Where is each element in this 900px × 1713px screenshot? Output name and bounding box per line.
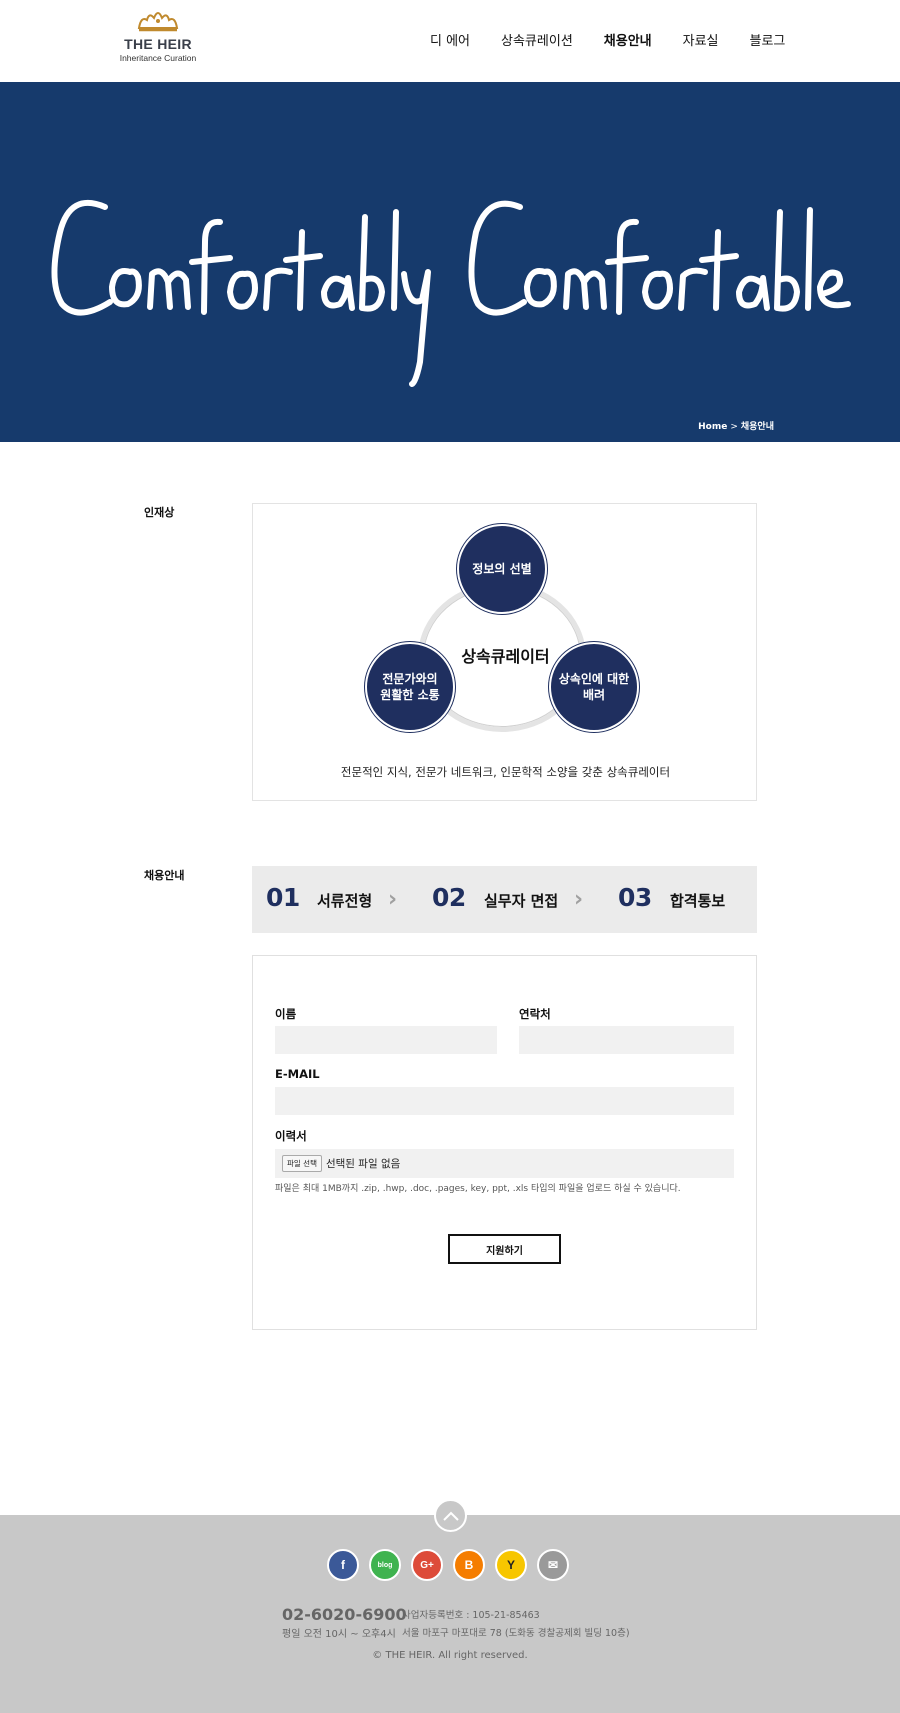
crown-icon (137, 12, 179, 32)
mail-icon[interactable]: ✉ (537, 1549, 569, 1581)
step-1-number: 01 (266, 883, 300, 912)
talent-caption: 전문적인 지식, 전문가 네트워크, 인문학적 소양을 갖춘 상속큐레이터 (340, 765, 671, 779)
talent-label: 인재상 (144, 506, 175, 519)
scroll-top-button[interactable] (434, 1499, 467, 1532)
footer-phone: 02-6020-6900 (282, 1605, 407, 1624)
talent-diagram: 상속큐레이터 정보의 선별 전문가와의 원활한 소통 상속인에 대한 배려 전문… (252, 503, 757, 801)
footer-copyright: © THE HEIR. All right reserved. (372, 1650, 528, 1661)
recruit-label: 채용안내 (144, 869, 185, 882)
step-1-name: 서류전형 (317, 892, 373, 910)
breadcrumb: Home > 채용안내 (698, 419, 774, 432)
breadcrumb-separator: > (730, 422, 738, 432)
hero-banner: Home > 채용안내 (0, 82, 900, 442)
contact-label: 연락처 (519, 1007, 551, 1021)
diagram-center-title: 상속큐레이터 (461, 647, 550, 666)
node-heir-line1: 상속인에 대한 (558, 671, 630, 686)
resume-file-input: 파일 선택 선택된 파일 없음 (275, 1149, 734, 1178)
nav-item-curation[interactable]: 상속큐레이션 (501, 30, 573, 49)
main-nav: 디 에어 상속큐레이션 채용안내 자료실 블로그 (430, 30, 816, 49)
site-footer: f blog G+ B Y ✉ 02-6020-6900 평일 오전 10시 ~… (0, 1515, 900, 1713)
breadcrumb-current: 채용안내 (740, 422, 774, 432)
chevron-right-icon: › (574, 887, 584, 912)
node-info-selection-label: 정보의 선별 (472, 561, 532, 576)
step-2-name: 실무자 면접 (484, 892, 559, 910)
site-header: THE HEIR Inheritance Curation 디 에어 상속큐레이… (0, 0, 900, 82)
recruit-steps: 01 서류전형 › 02 실무자 면접 › 03 합격통보 (252, 866, 757, 933)
hero-script-text (51, 200, 851, 387)
email-input[interactable] (275, 1087, 734, 1115)
node-heir-line2: 배려 (582, 688, 606, 702)
blogger-icon[interactable]: B (453, 1549, 485, 1581)
nav-item-recruit[interactable]: 채용안내 (604, 30, 652, 49)
node-expert-line1: 전문가와의 (382, 671, 438, 686)
step-3-name: 합격통보 (670, 892, 726, 910)
node-expert-line2: 원활한 소통 (380, 688, 440, 702)
logo-name: THE HEIR (124, 36, 192, 52)
file-status: 선택된 파일 없음 (325, 1158, 401, 1170)
step-2-number: 02 (432, 883, 466, 912)
application-form: 이름 연락처 E-MAIL 이력서 파일 선택 선택된 파일 없음 파일은 최대… (252, 955, 757, 1330)
footer-address: 서울 마포구 마포대로 78 (도화동 경찰공제회 빌딩 10층) (402, 1628, 630, 1639)
facebook-icon[interactable]: f (327, 1549, 359, 1581)
nav-item-blog[interactable]: 블로그 (750, 30, 786, 49)
logo-sub: Inheritance Curation (119, 53, 197, 63)
chevron-up-icon (442, 1511, 459, 1521)
node-heir-consideration: 상속인에 대한 배려 (549, 642, 639, 732)
node-info-selection: 정보의 선별 (457, 524, 547, 614)
footer-biz-number: 사업자등록번호 : 105-21-85463 (402, 1610, 540, 1621)
google-plus-icon[interactable]: G+ (411, 1549, 443, 1581)
node-expert-communication: 전문가와의 원활한 소통 (365, 642, 455, 732)
contact-input[interactable] (519, 1026, 734, 1054)
submit-button[interactable]: 지원하기 (448, 1234, 561, 1264)
nav-item-archive[interactable]: 자료실 (683, 30, 719, 49)
nav-item-about[interactable]: 디 에어 (430, 30, 470, 49)
blog-icon[interactable]: blog (369, 1549, 401, 1581)
yellow-id-icon[interactable]: Y (495, 1549, 527, 1581)
step-3-number: 03 (618, 883, 652, 912)
logo[interactable]: THE HEIR Inheritance Curation (118, 8, 198, 74)
name-label: 이름 (275, 1007, 297, 1021)
breadcrumb-home[interactable]: Home (698, 422, 727, 432)
name-input[interactable] (275, 1026, 497, 1054)
email-label: E-MAIL (275, 1067, 320, 1081)
upload-help-text: 파일은 최대 1MB까지 .zip, .hwp, .doc, .pages, k… (275, 1184, 681, 1194)
resume-label: 이력서 (275, 1129, 307, 1143)
social-links: f blog G+ B Y ✉ (327, 1549, 579, 1581)
chevron-right-icon: › (388, 887, 398, 912)
file-select-button[interactable]: 파일 선택 (282, 1155, 322, 1172)
footer-hours: 평일 오전 10시 ~ 오후4시 (282, 1629, 396, 1640)
